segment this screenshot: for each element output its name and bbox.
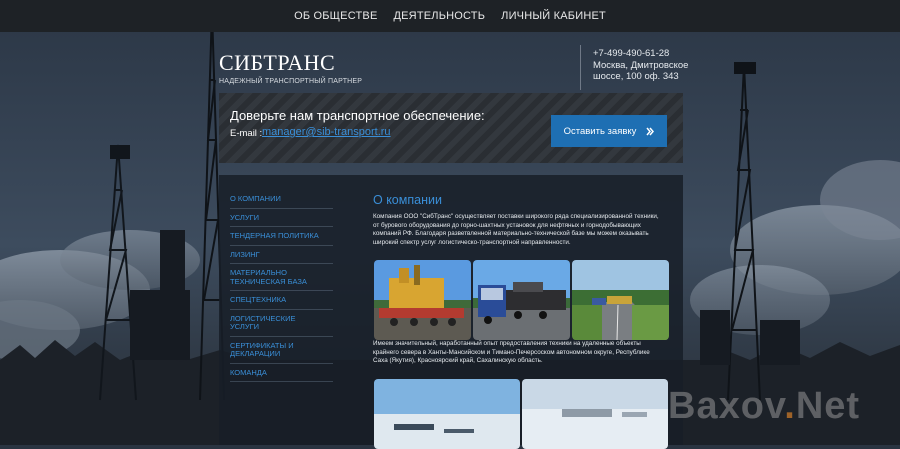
brand-logo-title[interactable]: СИБТРАНС [219,50,335,76]
email-label: E-mail : [230,128,263,139]
paragraph-line: Компания ООО "СибТранс" осуществляет пос… [373,213,659,220]
section-title: О компании [373,193,442,207]
sidebar-item-label: ТЕХНИЧЕСКАЯ БАЗА [230,276,307,286]
sidebar-item-label: УСЛУГИ [230,212,260,222]
paragraph-line: Саха (Якутия), Красноярский край, Сахали… [373,357,543,364]
paragraph-line: широкий спектр услуг логистическо-трансп… [373,238,571,246]
sidebar-item-5[interactable]: СПЕЦТЕХНИКА [230,295,333,310]
photo-drilling-rig-transport[interactable] [374,260,471,340]
sidebar-item-label: СПЕЦТЕХНИКА [230,295,287,304]
sidebar-item-label: О КОМПАНИИ [230,194,281,203]
submit-request-button[interactable]: Оставить заявку [551,115,667,147]
sidebar-item-4[interactable]: МАТЕРИАЛЬНО ТЕХНИЧЕСКАЯ БАЗА [230,268,333,291]
contact-address-line-2: шоссе, 100 оф. 343 [593,71,679,82]
banner-title: Доверьте нам транспортное обеспечение: [230,108,485,123]
sidebar-item-2[interactable]: ТЕНДЕРНАЯ ПОЛИТИКА [230,231,333,246]
contact-divider [580,45,581,90]
sidebar-item-1[interactable]: УСЛУГИ [230,212,333,227]
watermark: Baxov.Net [668,385,860,428]
nav-item-about[interactable]: ОБ ОБЩЕСТВЕ [286,10,385,22]
watermark-text-2: Net [795,385,861,427]
double-chevron-right-icon [646,127,655,135]
photo-truck-convoy[interactable] [473,260,570,340]
sidebar-menu: О КОМПАНИИ УСЛУГИ ТЕНДЕРНАЯ ПОЛИТИКА ЛИЗИНГ… [230,194,333,387]
contact-address-line-1: Москва, Дмитровское [593,59,689,71]
cta-banner: Доверьте нам транспортное обеспечение: E… [219,93,683,163]
paragraph-line: от бурового оборудования до горно-шахтны… [373,221,641,229]
paragraph-line: крайнего севера в Ханты-Мансийском и Тим… [373,348,650,356]
sidebar-item-label: УСЛУГИ [230,322,260,331]
photo-arctic-base[interactable] [522,379,668,449]
sidebar-item-label: ТЕНДЕРНАЯ ПОЛИТИКА [230,231,319,240]
contact-phone: +7-499-490-61-28 [593,48,670,59]
sidebar-item-label: КОМАНДА [230,367,267,377]
nav-item-account[interactable]: ЛИЧНЫЙ КАБИНЕТ [493,10,614,22]
main-panel: О КОМПАНИИ УСЛУГИ ТЕНДЕРНАЯ ПОЛИТИКА ЛИЗИНГ… [219,175,683,449]
photo-road-convoy[interactable] [572,260,669,340]
watermark-dot: . [784,385,796,427]
paragraph-line: компаний РФ. Благодаря разветвленной мат… [373,230,649,237]
contact-block: +7-499-490-61-28 Москва, Дмитровское шос… [593,48,688,83]
top-nav: ОБ ОБЩЕСТВЕ ДЕЯТЕЛЬНОСТЬ ЛИЧНЫЙ КАБИНЕТ [0,0,900,32]
about-paragraph-2: Имеем значительный, наработанный опыт пр… [373,340,675,366]
sidebar-item-0[interactable]: О КОМПАНИИ [230,194,333,209]
sidebar-item-3[interactable]: ЛИЗИНГ [230,249,333,264]
sidebar-item-label: ДЕКЛАРАЦИИ [230,349,281,358]
watermark-text-1: Baxov [668,385,785,427]
photo-winter-rig[interactable] [374,379,520,449]
sidebar-item-7[interactable]: СЕРТИФИКАТЫ И ДЕКЛАРАЦИИ [230,341,333,364]
brand-tagline: НАДЕЖНЫЙ ТРАНСПОРТНЫЙ ПАРТНЕР [219,78,363,85]
email-link[interactable]: manager@sib-transport.ru [262,126,391,138]
sidebar-item-6[interactable]: ЛОГИСТИЧЕСКИЕ УСЛУГИ [230,314,333,337]
sidebar-item-8[interactable]: КОМАНДА [230,367,333,382]
paragraph-line: Имеем значительный, наработанный опыт пр… [373,340,641,347]
sidebar-item-label: ЛИЗИНГ [230,249,260,259]
about-paragraph-1: Компания ООО "СибТранс" осуществляет пос… [373,213,675,247]
nav-item-activity[interactable]: ДЕЯТЕЛЬНОСТЬ [386,10,494,22]
submit-request-label: Оставить заявку [563,125,637,137]
